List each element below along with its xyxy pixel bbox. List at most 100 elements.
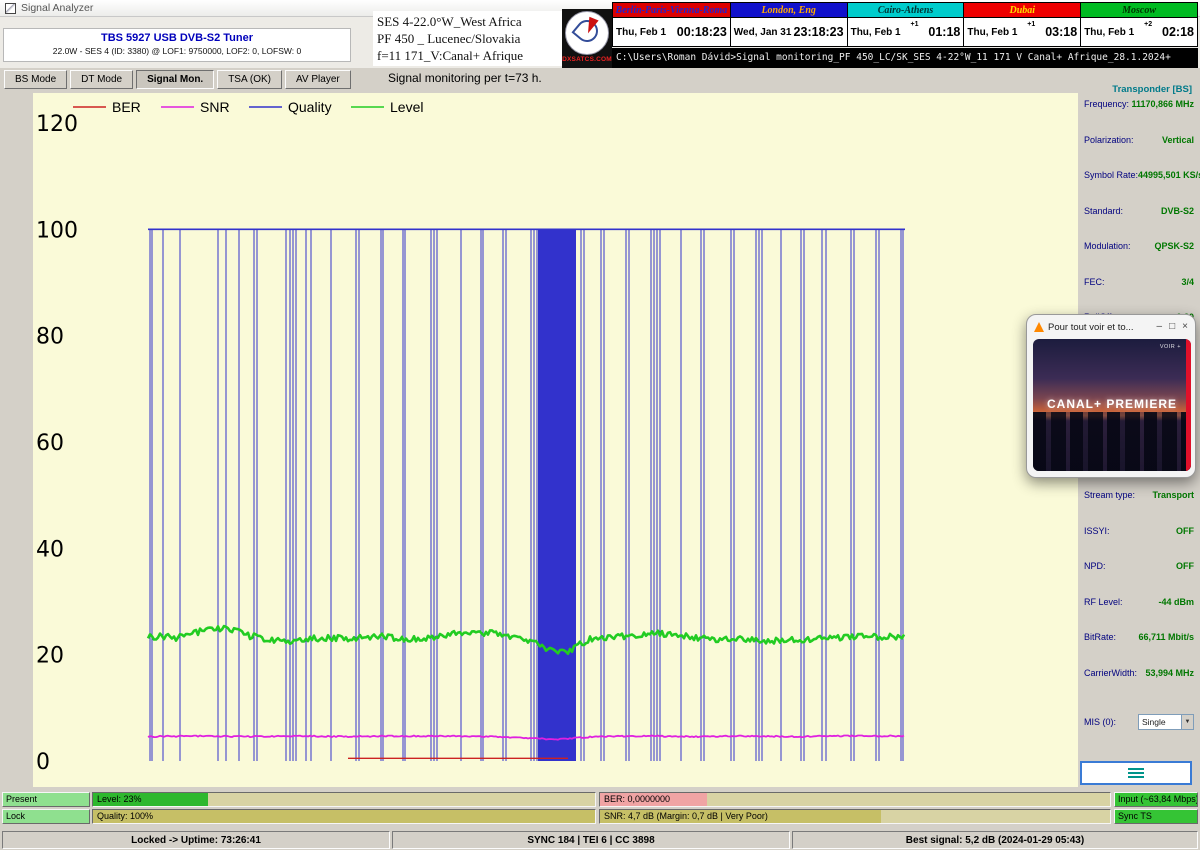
dxsatcs-logo-text: DXSATCS.COM <box>562 56 612 63</box>
transponder-fields-top: Frequency:11170,866 MHz Polarization:Ver… <box>1080 99 1198 348</box>
clock-dubai-date: Thu, Feb 1 <box>967 27 1017 38</box>
field-stream-type: Stream type:Transport <box>1080 490 1198 526</box>
tab-dt-mode[interactable]: DT Mode <box>70 70 133 89</box>
field-carrier-width: CarrierWidth:53,994 MHz <box>1080 668 1198 704</box>
present-indicator: Present <box>2 792 90 807</box>
sidebar-action-button[interactable] <box>1080 761 1192 785</box>
best-signal-status: Best signal: 5,2 dB (2024-01-29 05:43) <box>792 831 1198 849</box>
site-name: PF 450 _ Lucenec/Slovakia <box>377 30 579 47</box>
maximize-button[interactable]: □ <box>1169 322 1175 332</box>
close-button[interactable]: × <box>1182 322 1188 332</box>
clock-moscow-time: 02:18 <box>1162 25 1194 39</box>
clock-london: London, Eng Wed, Jan 31 23:18:23 <box>730 3 847 46</box>
clock-berlin-date: Thu, Feb 1 <box>616 27 666 38</box>
app-icon <box>5 3 16 14</box>
clock-berlin: Berlin-Paris-Vienna-Roma Thu, Feb 1 00:1… <box>613 3 730 46</box>
clock-moscow: Moscow Thu, Feb 1 +2 02:18 <box>1080 3 1197 46</box>
clock-london-date: Wed, Jan 31 <box>734 27 792 38</box>
clock-berlin-time: 00:18:23 <box>677 25 727 39</box>
field-issyi: ISSYI:OFF <box>1080 526 1198 562</box>
vlc-popup-titlebar[interactable]: Pour tout voir et to... – □ × <box>1027 315 1195 339</box>
lock-indicator: Lock <box>2 809 90 824</box>
red-strip <box>1186 339 1191 471</box>
list-icon <box>1128 768 1144 779</box>
tuner-details: 22.0W - SES 4 (ID: 3380) @ LOF1: 9750000… <box>4 46 350 56</box>
signal-chart-svg: BER SNR Quality Level 120 100 80 60 40 20 0 <box>33 93 1078 787</box>
sync-ts-indicator: Sync TS <box>1114 809 1198 824</box>
tab-bar: BS Mode DT Mode Signal Mon. TSA (OK) AV … <box>0 68 1200 93</box>
monitoring-caption: Signal monitoring per t=73 h. <box>388 71 542 85</box>
vlc-popup-window: Pour tout voir et to... – □ × VOIR + CAN… <box>1026 314 1196 478</box>
svg-text:40: 40 <box>36 537 64 562</box>
tuner-info-box: TBS 5927 USB DVB-S2 Tuner 22.0W - SES 4 … <box>3 28 351 62</box>
clock-london-time: 23:18:23 <box>794 25 844 39</box>
minimize-button[interactable]: – <box>1157 322 1163 332</box>
header-band: TBS 5927 USB DVB-S2 Tuner 22.0W - SES 4 … <box>0 17 1200 68</box>
signal-analyzer-window: Signal Analyzer TBS 5927 USB DVB-S2 Tune… <box>0 0 1200 850</box>
clock-dubai: Dubai Thu, Feb 1 +1 03:18 <box>963 3 1080 46</box>
svg-text:20: 20 <box>36 644 64 669</box>
svg-text:120: 120 <box>36 112 78 137</box>
status-bar: Locked -> Uptime: 73:26:41 SYNC 184 | TE… <box>0 830 1200 850</box>
svg-text:60: 60 <box>36 431 64 456</box>
clock-moscow-date: Thu, Feb 1 <box>1084 27 1134 38</box>
svg-text:0: 0 <box>36 750 50 775</box>
tab-bs-mode[interactable]: BS Mode <box>4 70 67 89</box>
skyline-image <box>1033 412 1191 471</box>
transponder-title: Transponder [BS] <box>1078 84 1196 95</box>
mis-dropdown[interactable]: Single ▼ <box>1138 714 1194 730</box>
canal-premiere-label: CANAL+ PREMIERE <box>1033 397 1191 411</box>
ber-bar: BER: 0,0000000 <box>599 792 1111 807</box>
quality-label: Quality: 100% <box>97 811 153 821</box>
vlc-popup-title: Pour tout voir et to... <box>1048 322 1150 333</box>
level-bar: Level: 23% <box>92 792 596 807</box>
frequency-name: f=11 171_V:Canal+ Afrique <box>377 47 579 64</box>
field-frequency: Frequency:11170,866 MHz <box>1080 99 1198 135</box>
level-label: Level: 23% <box>97 794 142 804</box>
field-modulation: Modulation:QPSK-S2 <box>1080 241 1198 277</box>
clock-cairo-time: 01:18 <box>928 25 960 39</box>
field-fec: FEC:3/4 <box>1080 277 1198 313</box>
mis-label: MIS (0): <box>1084 717 1116 727</box>
dxsatcs-logo-icon <box>565 11 609 55</box>
clock-dubai-time: 03:18 <box>1045 25 1077 39</box>
field-rf-level: RF Level:-44 dBm <box>1080 597 1198 633</box>
voir-plus-label: VOIR + <box>1160 344 1181 350</box>
clock-berlin-city: Berlin-Paris-Vienna-Roma <box>613 3 730 18</box>
svg-text:BER: BER <box>112 99 141 115</box>
tuner-name: TBS 5927 USB DVB-S2 Tuner <box>4 32 350 44</box>
vlc-cone-icon <box>1034 322 1044 332</box>
svg-text:SNR: SNR <box>200 99 230 115</box>
signal-chart: BER SNR Quality Level 120 100 80 60 40 20 0 <box>33 93 1078 787</box>
field-standard: Standard:DVB-S2 <box>1080 206 1198 242</box>
snr-label: SNR: 4,7 dB (Margin: 0,7 dB | Very Poor) <box>604 811 768 821</box>
ber-label: BER: 0,0000000 <box>604 794 670 804</box>
tab-av-player[interactable]: AV Player <box>285 70 351 89</box>
field-polarization: Polarization:Vertical <box>1080 135 1198 171</box>
clock-cairo: Cairo-Athens Thu, Feb 1 +1 01:18 <box>847 3 964 46</box>
clock-cairo-city: Cairo-Athens <box>848 3 964 18</box>
input-indicator: Input (~63,84 Mbps) <box>1114 792 1198 807</box>
world-clocks: Berlin-Paris-Vienna-Roma Thu, Feb 1 00:1… <box>612 2 1198 47</box>
mis-field: MIS (0): Single ▼ <box>1080 714 1198 730</box>
tab-tsa[interactable]: TSA (OK) <box>217 70 282 89</box>
field-bitrate: BitRate:66,711 Mbit/s <box>1080 632 1198 668</box>
chevron-down-icon[interactable]: ▼ <box>1181 715 1193 729</box>
svg-text:100: 100 <box>36 218 78 243</box>
satellite-name: SES 4-22.0°W_West Africa <box>377 13 579 30</box>
clock-moscow-city: Moscow <box>1081 3 1197 18</box>
clock-dubai-city: Dubai <box>964 3 1080 18</box>
uptime-status: Locked -> Uptime: 73:26:41 <box>2 831 390 849</box>
dxsatcs-logo: DXSATCS.COM <box>562 9 612 71</box>
svg-text:Quality: Quality <box>288 99 332 115</box>
video-preview[interactable]: VOIR + CANAL+ PREMIERE <box>1033 339 1191 471</box>
svg-text:Level: Level <box>390 99 423 115</box>
quality-bar: Quality: 100% <box>92 809 596 824</box>
field-symbol-rate: Symbol Rate:44995,501 KS/s <box>1080 170 1198 206</box>
window-title: Signal Analyzer <box>21 2 93 14</box>
tab-signal-mon[interactable]: Signal Mon. <box>136 70 214 89</box>
console-path[interactable]: C:\Users\Roman Dávid>Signal monitoring_P… <box>612 48 1198 68</box>
svg-text:80: 80 <box>36 325 64 350</box>
clock-cairo-date: Thu, Feb 1 <box>851 27 901 38</box>
transponder-fields-bottom: Stream type:Transport ISSYI:OFF NPD:OFF … <box>1080 490 1198 703</box>
